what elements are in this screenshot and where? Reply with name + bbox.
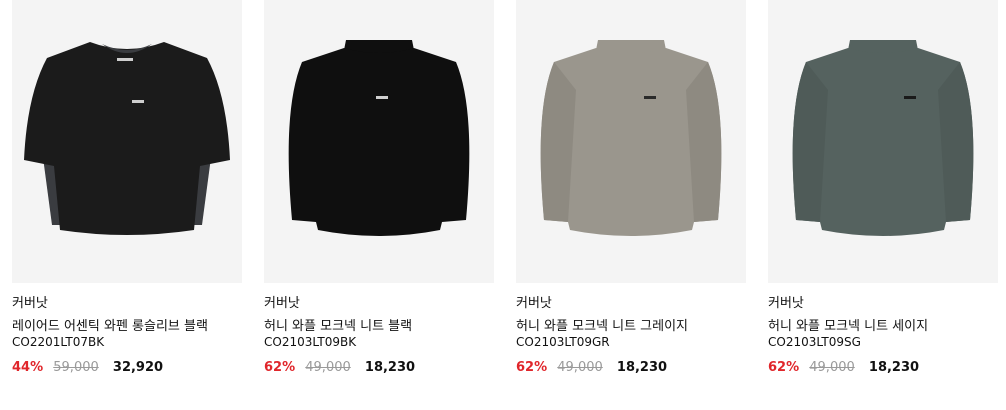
product-card[interactable]: 커버낫 허니 와플 모크넥 니트 그레이지 CO2103LT09GR 62% 4… bbox=[516, 0, 746, 410]
discount-rate: 62% bbox=[768, 360, 800, 375]
price-row: 44% 59,000 32,920 bbox=[12, 360, 163, 375]
discount-rate: 44% bbox=[12, 360, 44, 375]
product-card[interactable]: 커버낫 레이어드 어센틱 와펜 롱슬리브 블랙 CO2201LT07BK 44%… bbox=[12, 0, 242, 410]
product-brand: 커버낫 bbox=[768, 296, 804, 311]
sale-price: 18,230 bbox=[616, 360, 668, 375]
product-code: CO2103LT09BK bbox=[264, 335, 357, 349]
sweater-image bbox=[792, 40, 974, 236]
sale-price: 18,230 bbox=[868, 360, 920, 375]
sale-price: 32,920 bbox=[112, 360, 164, 375]
product-code: CO2103LT09SG bbox=[768, 335, 861, 349]
product-card[interactable]: 커버낫 허니 와플 모크넥 니트 세이지 CO2103LT09SG 62% 49… bbox=[768, 0, 998, 410]
original-price: 49,000 bbox=[809, 360, 855, 375]
product-name[interactable]: 허니 와플 모크넥 니트 블랙 bbox=[264, 315, 412, 334]
product-name[interactable]: 레이어드 어센틱 와펜 롱슬리브 블랙 bbox=[12, 315, 208, 334]
product-grid: 커버낫 레이어드 어센틱 와펜 롱슬리브 블랙 CO2201LT07BK 44%… bbox=[12, 0, 1002, 410]
price-row: 62% 49,000 18,230 bbox=[264, 360, 415, 375]
sale-price: 18,230 bbox=[364, 360, 416, 375]
price-row: 62% 49,000 18,230 bbox=[768, 360, 919, 375]
product-image[interactable] bbox=[12, 0, 242, 283]
product-image[interactable] bbox=[264, 0, 494, 283]
product-code: CO2201LT07BK bbox=[12, 335, 105, 349]
original-price: 49,000 bbox=[305, 360, 351, 375]
product-brand: 커버낫 bbox=[12, 296, 48, 311]
product-name[interactable]: 허니 와플 모크넥 니트 세이지 bbox=[768, 315, 928, 334]
product-brand: 커버낫 bbox=[516, 296, 552, 311]
product-image[interactable] bbox=[768, 0, 998, 283]
original-price: 49,000 bbox=[557, 360, 603, 375]
original-price: 59,000 bbox=[53, 360, 99, 375]
price-row: 62% 49,000 18,230 bbox=[516, 360, 667, 375]
discount-rate: 62% bbox=[264, 360, 296, 375]
product-name[interactable]: 허니 와플 모크넥 니트 그레이지 bbox=[516, 315, 688, 334]
product-code: CO2103LT09GR bbox=[516, 335, 610, 349]
discount-rate: 62% bbox=[516, 360, 548, 375]
product-card[interactable]: 커버낫 허니 와플 모크넥 니트 블랙 CO2103LT09BK 62% 49,… bbox=[264, 0, 494, 410]
sweater-image bbox=[24, 42, 230, 235]
sweater-image bbox=[540, 40, 722, 236]
sweater-image bbox=[288, 40, 470, 236]
product-brand: 커버낫 bbox=[264, 296, 300, 311]
product-image[interactable] bbox=[516, 0, 746, 283]
